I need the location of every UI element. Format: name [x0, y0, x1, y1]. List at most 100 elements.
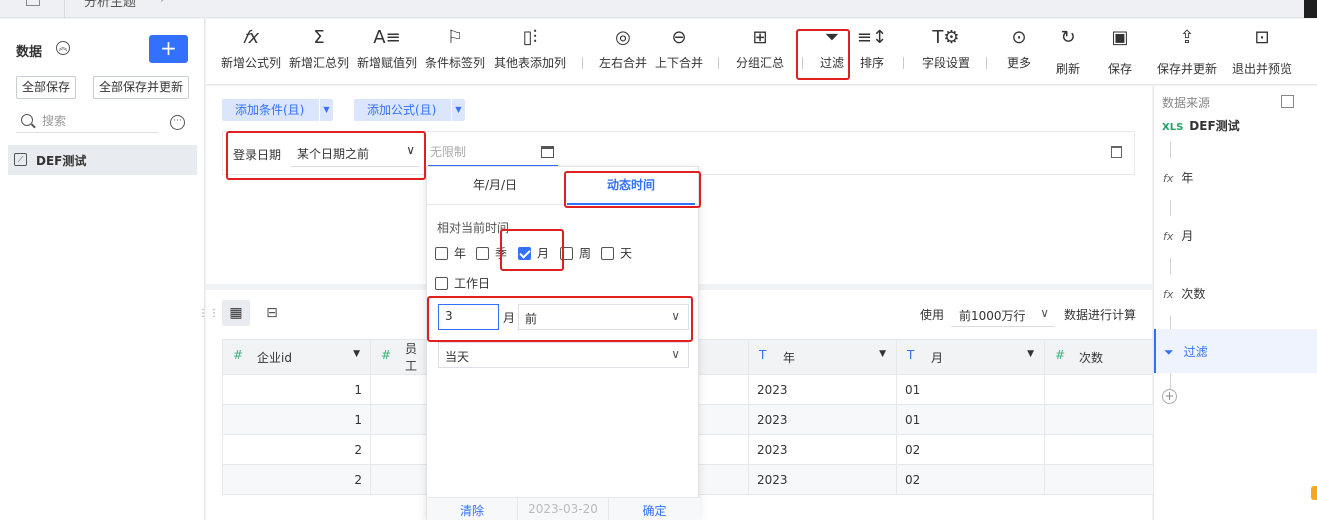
step-item[interactable]: fx 次数: [1163, 285, 1205, 302]
top-strip: 分析主题 ›: [0, 0, 1317, 18]
layout-icon[interactable]: [1281, 95, 1294, 108]
column-header[interactable]: T 年 ▼: [748, 339, 897, 375]
calendar-icon[interactable]: [541, 146, 554, 158]
direction-select[interactable]: 前 ∨: [518, 304, 689, 330]
grid-view-icon[interactable]: ▦: [222, 300, 250, 326]
table-cell[interactable]: [370, 374, 427, 405]
table-cell[interactable]: [370, 404, 427, 435]
group-icon: ⊞: [752, 27, 768, 48]
save-button[interactable]: ▣ 保存: [1102, 19, 1138, 85]
table-cell[interactable]: 1: [222, 374, 371, 405]
amount-unit-label: 月: [503, 311, 516, 325]
popup-tabs: 年/月/日 动态时间: [427, 167, 700, 205]
unit-week-checkbox[interactable]: 周: [560, 246, 591, 262]
table-cell[interactable]: 2023: [748, 464, 897, 495]
chevron-icon[interactable]: ›: [160, 0, 165, 6]
table-cell[interactable]: 01: [896, 404, 1045, 435]
field-settings-button[interactable]: T⚙ 字段设置: [916, 19, 976, 85]
more-icon[interactable]: ···: [170, 115, 185, 130]
table-view-icon[interactable]: ⊟: [260, 300, 284, 326]
panel-title: 数据来源: [1162, 96, 1211, 110]
table-cell[interactable]: [370, 464, 427, 495]
save-all-button[interactable]: 全部保存: [16, 76, 76, 99]
text-type-icon: T: [907, 348, 915, 362]
checkbox-icon: [435, 247, 448, 260]
sort-button[interactable]: ≡↕ 排序: [854, 19, 890, 85]
condition-label-column-button[interactable]: ⚐ 条件标签列: [422, 19, 488, 85]
refresh-button[interactable]: ↻ 刷新: [1050, 19, 1086, 85]
checkbox-icon: [560, 247, 573, 260]
preview-date: 2023-03-20: [528, 502, 598, 516]
save-update-button[interactable]: ⇪ 保存并更新: [1152, 19, 1222, 85]
add-condition-button[interactable]: 添加条件(且) ▼: [222, 99, 333, 121]
operator-value: 某个日期之前: [297, 147, 370, 161]
confirm-button[interactable]: 确定: [609, 502, 700, 519]
chevron-down-icon: ∨: [671, 309, 680, 323]
table-cell[interactable]: 2: [222, 464, 371, 495]
add-summary-column-button[interactable]: Σ 新增汇总列: [286, 19, 352, 85]
table-cell[interactable]: 2023: [748, 404, 897, 435]
add-step-icon[interactable]: +: [1162, 389, 1177, 404]
tab-dynamic-time[interactable]: 动态时间: [567, 167, 695, 205]
anchor-select[interactable]: 当天 ∨: [438, 342, 689, 368]
table-cell[interactable]: 2023: [748, 374, 897, 405]
operator-select[interactable]: 某个日期之前 ∨: [291, 139, 419, 167]
fx-icon: fx: [1163, 230, 1174, 243]
add-assign-column-button[interactable]: A≡ 新增赋值列: [354, 19, 420, 85]
add-formula-button[interactable]: 添加公式(且) ▼: [354, 99, 465, 121]
caret-down-icon[interactable]: ▼: [319, 99, 333, 121]
trash-icon[interactable]: [1111, 146, 1122, 158]
amount-input[interactable]: [439, 305, 496, 327]
step-connector: [1170, 200, 1171, 216]
save-all-update-button[interactable]: 全部保存并更新: [93, 76, 189, 99]
column-header[interactable]: # 企业id ▼: [222, 339, 371, 375]
tab-ymd[interactable]: 年/月/日: [445, 167, 545, 205]
table-cell[interactable]: 02: [896, 464, 1045, 495]
checkbox-icon: [601, 247, 614, 260]
number-type-icon: #: [233, 348, 244, 362]
checkbox-icon: [476, 247, 489, 260]
group-summary-button[interactable]: ⊞ 分组汇总: [732, 19, 788, 85]
tab-title[interactable]: 分析主题: [84, 0, 136, 10]
table-cell[interactable]: 2: [222, 434, 371, 465]
date-input[interactable]: [430, 144, 530, 160]
table-cell[interactable]: 01: [896, 374, 1045, 405]
unit-quarter-checkbox[interactable]: 季: [476, 246, 507, 262]
add-formula-column-button[interactable]: 𝑓x 新增公式列: [218, 19, 284, 85]
caret-down-icon[interactable]: ▼: [451, 99, 465, 121]
merge-ud-button[interactable]: ⊖ 上下合并: [652, 19, 706, 85]
sort-caret-icon[interactable]: ▼: [879, 349, 886, 359]
unit-month-checkbox[interactable]: 月: [518, 246, 549, 262]
sort-caret-icon[interactable]: ▼: [1027, 349, 1034, 359]
drag-handle-icon[interactable]: ⋮⋮: [198, 308, 220, 319]
toolbar-divider: [903, 57, 904, 69]
condition-field[interactable]: 登录日期: [233, 146, 281, 163]
filter-button[interactable]: ⏷ 过滤: [814, 19, 850, 85]
add-button[interactable]: +: [149, 35, 188, 63]
step-item[interactable]: fx 年: [1163, 169, 1193, 186]
list-item[interactable]: ⟋ DEF测试: [8, 145, 197, 175]
table-cell[interactable]: 2023: [748, 434, 897, 465]
step-item[interactable]: fx 月: [1163, 227, 1193, 244]
sort-caret-icon[interactable]: ▼: [353, 349, 360, 359]
filter-icon: ⏷: [1164, 345, 1174, 359]
merge-lr-button[interactable]: ◎ 左右合并: [596, 19, 650, 85]
workday-checkbox[interactable]: 工作日: [435, 276, 490, 292]
search-input[interactable]: [42, 113, 152, 129]
rows-select[interactable]: 前1000万行 ∨: [951, 301, 1055, 327]
unit-day-checkbox[interactable]: 天: [601, 246, 632, 262]
column-header[interactable]: T 月 ▼: [896, 339, 1045, 375]
add-column-other-table-button[interactable]: ▯⫶ 其他表添加列: [491, 19, 569, 85]
exit-preview-button[interactable]: ⊡ 退出并预览: [1230, 19, 1294, 85]
table-cell[interactable]: 1: [222, 404, 371, 435]
home-icon[interactable]: [26, 0, 40, 6]
column-header[interactable]: # 员工: [370, 339, 427, 375]
unit-year-checkbox[interactable]: 年: [435, 246, 466, 262]
more-button[interactable]: ⊙ 更多: [1002, 19, 1036, 85]
clear-button[interactable]: 清除: [427, 502, 517, 519]
data-source[interactable]: XLS DEF测试: [1162, 117, 1240, 134]
table-cell[interactable]: [370, 434, 427, 465]
step-item-filter[interactable]: ⏷ 过滤: [1154, 329, 1317, 373]
collapse-icon[interactable]: ︽: [56, 41, 70, 55]
table-cell[interactable]: 02: [896, 434, 1045, 465]
